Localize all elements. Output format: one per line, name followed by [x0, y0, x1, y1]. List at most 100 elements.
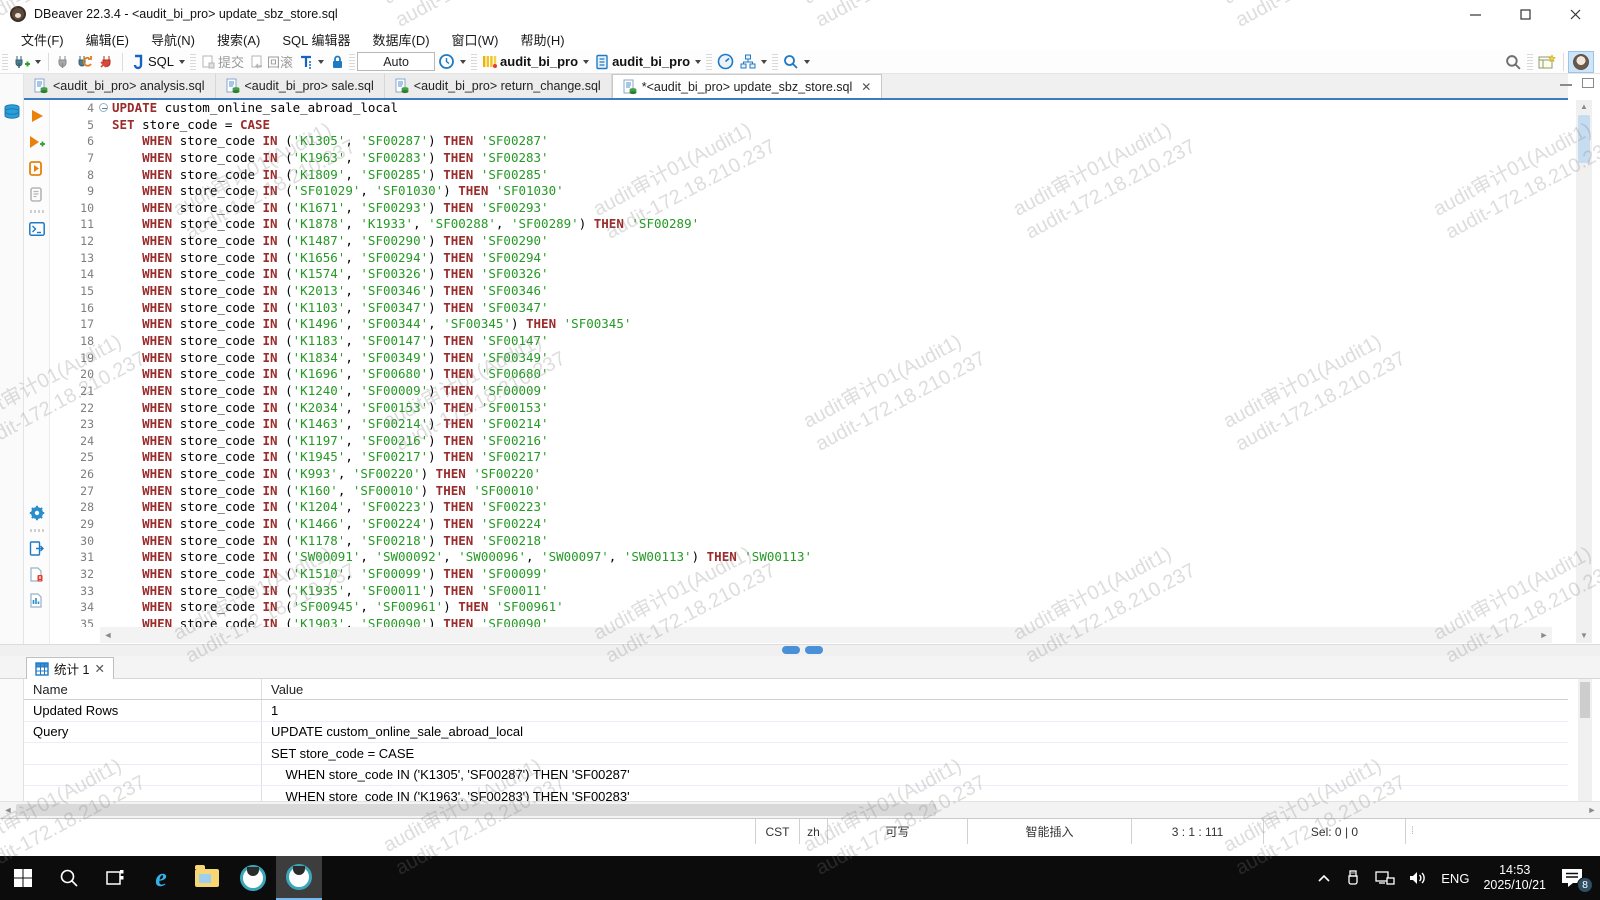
scrollbar-thumb[interactable] [1580, 682, 1590, 718]
execute-new-tab-button[interactable] [27, 132, 47, 152]
scroll-up-icon[interactable]: ▲ [1576, 100, 1592, 114]
speaker-icon[interactable] [1409, 870, 1427, 886]
execute-script-button[interactable] [27, 158, 47, 178]
search-metadata-button[interactable] [780, 52, 813, 72]
scroll-left-icon[interactable]: ◄ [0, 802, 16, 818]
maximize-view-icon[interactable] [1582, 78, 1594, 88]
rollback-button[interactable]: 回滚 [247, 50, 296, 73]
database-navigator-icon[interactable] [2, 102, 22, 122]
scroll-left-icon[interactable]: ◄ [100, 627, 116, 643]
table-row[interactable]: WHEN store_code IN ('K1963', 'SF00283') … [24, 786, 1568, 801]
status-selection[interactable]: Sel: 0 | 0 [1263, 819, 1405, 844]
validation-doc-button[interactable] [27, 564, 47, 584]
start-button[interactable] [0, 856, 46, 900]
results-horizontal-scrollbar[interactable]: ◄ ► [0, 801, 1600, 818]
dashboard-button[interactable] [714, 51, 737, 72]
fold-column[interactable] [98, 100, 112, 117]
internet-explorer-button[interactable]: e [138, 856, 184, 900]
export-result-button[interactable] [27, 538, 47, 558]
scrollbar-thumb[interactable] [16, 804, 936, 816]
scroll-right-icon[interactable]: ► [1584, 802, 1600, 818]
menu-item-edit[interactable]: 编辑(E) [75, 28, 140, 51]
editor-settings-button[interactable] [27, 503, 47, 523]
close-tab-icon[interactable]: ✕ [861, 80, 871, 94]
execute-statement-button[interactable] [27, 106, 47, 126]
sql-editor-button[interactable]: SQL [127, 52, 188, 72]
tab-sale[interactable]: <audit_bi_pro> sale.sql [216, 74, 385, 98]
transaction-log-button[interactable] [296, 52, 327, 72]
dbeaver-perspective-button[interactable] [1568, 51, 1594, 73]
minimize-button[interactable] [1450, 0, 1500, 28]
usb-icon[interactable] [1345, 870, 1361, 886]
menu-item-help[interactable]: 帮助(H) [509, 28, 575, 51]
file-explorer-button[interactable] [184, 856, 230, 900]
maximize-button[interactable] [1500, 0, 1550, 28]
code-line: 18 WHEN store_code IN ('K1183', 'SF00147… [50, 333, 1552, 350]
tray-expand-icon[interactable] [1317, 873, 1331, 883]
menu-item-search[interactable]: 搜索(A) [206, 28, 271, 51]
new-connection-button[interactable] [10, 52, 44, 72]
table-row[interactable]: QueryUPDATE custom_online_sale_abroad_lo… [24, 722, 1568, 744]
tab-return-change[interactable]: <audit_bi_pro> return_change.sql [385, 74, 612, 98]
status-insert-mode[interactable]: 智能插入 [967, 819, 1131, 844]
results-table[interactable]: Name Value Updated Rows1QueryUPDATE cust… [24, 679, 1568, 801]
quick-search-button[interactable] [1502, 52, 1525, 73]
editor-horizontal-scrollbar[interactable]: ◄ ► [100, 627, 1552, 643]
lock-button[interactable] [327, 52, 347, 72]
history-button[interactable] [435, 51, 469, 72]
status-timezone[interactable]: CST [755, 819, 799, 844]
sql-code-editor[interactable]: 4UPDATE custom_online_sale_abroad_local5… [50, 100, 1552, 627]
table-row[interactable]: WHEN store_code IN ('K1305', 'SF00287') … [24, 765, 1568, 787]
tab-update-sbz-store[interactable]: *<audit_bi_pro> update_sbz_store.sql✕ [612, 74, 883, 98]
status-caret-position[interactable]: 3 : 1 : 111 [1131, 819, 1263, 844]
database-selector[interactable]: audit_bi_pro [592, 52, 704, 72]
status-language[interactable]: zh [799, 819, 827, 844]
statistics-doc-button[interactable] [27, 590, 47, 610]
statistics-tab[interactable]: 统计 1 ✕ [26, 657, 114, 679]
task-view-button[interactable] [92, 856, 138, 900]
menu-item-window[interactable]: 窗口(W) [441, 28, 510, 51]
explain-plan-button[interactable] [27, 184, 47, 204]
scroll-down-icon[interactable]: ▼ [1576, 629, 1592, 643]
sash-up-pill[interactable] [782, 646, 800, 654]
menu-item-sql-editor[interactable]: SQL 编辑器 [271, 28, 361, 51]
editor-side-toolbar [24, 100, 50, 645]
sql-console-button[interactable] [27, 219, 47, 239]
line-number: 6 [50, 133, 98, 150]
results-vertical-scrollbar[interactable] [1578, 679, 1592, 801]
taskbar-clock[interactable]: 14:53 2025/10/21 [1483, 863, 1546, 893]
menu-item-database[interactable]: 数据库(D) [362, 28, 441, 51]
connection-selector[interactable]: audit_bi_pro [479, 52, 592, 71]
taskbar-search-button[interactable] [46, 856, 92, 900]
column-header-value[interactable]: Value [262, 679, 1568, 699]
status-write-mode[interactable]: 可写 [827, 819, 967, 844]
network-icon[interactable] [1375, 870, 1395, 886]
reconnect-button[interactable] [73, 52, 96, 72]
table-row[interactable]: Updated Rows1 [24, 700, 1568, 722]
sash-collapse-controls[interactable] [782, 646, 823, 654]
commit-button[interactable]: 提交 [198, 50, 247, 73]
sash-down-pill[interactable] [805, 646, 823, 654]
scroll-right-icon[interactable]: ► [1536, 627, 1552, 643]
dbeaver-active-taskbar-button[interactable] [276, 856, 322, 900]
connect-button[interactable] [53, 52, 73, 72]
language-indicator[interactable]: ENG [1441, 871, 1469, 886]
dbeaver-taskbar-button[interactable] [230, 856, 276, 900]
autocommit-combo[interactable]: Auto [357, 52, 435, 71]
column-header-name[interactable]: Name [24, 679, 262, 699]
action-center-button[interactable]: 8 [1560, 867, 1586, 889]
disconnect-button[interactable] [96, 52, 118, 72]
menu-item-navigate[interactable]: 导航(N) [140, 28, 206, 51]
menu-item-file[interactable]: 文件(F) [10, 28, 75, 51]
scrollbar-thumb[interactable] [1578, 115, 1590, 163]
tab-analysis[interactable]: <audit_bi_pro> analysis.sql [24, 74, 216, 98]
editor-vertical-scrollbar[interactable]: ▲ ▼ [1576, 100, 1592, 643]
table-row[interactable]: SET store_code = CASE [24, 743, 1568, 765]
close-icon[interactable]: ✕ [94, 661, 104, 676]
minimize-view-icon[interactable] [1560, 78, 1572, 86]
code-line: 24 WHEN store_code IN ('K1197', 'SF00216… [50, 433, 1552, 450]
code-line: 26 WHEN store_code IN ('K993', 'SF00220'… [50, 466, 1552, 483]
open-perspective-button[interactable] [1535, 52, 1559, 72]
topology-button[interactable] [737, 52, 770, 72]
close-button[interactable] [1550, 0, 1600, 28]
